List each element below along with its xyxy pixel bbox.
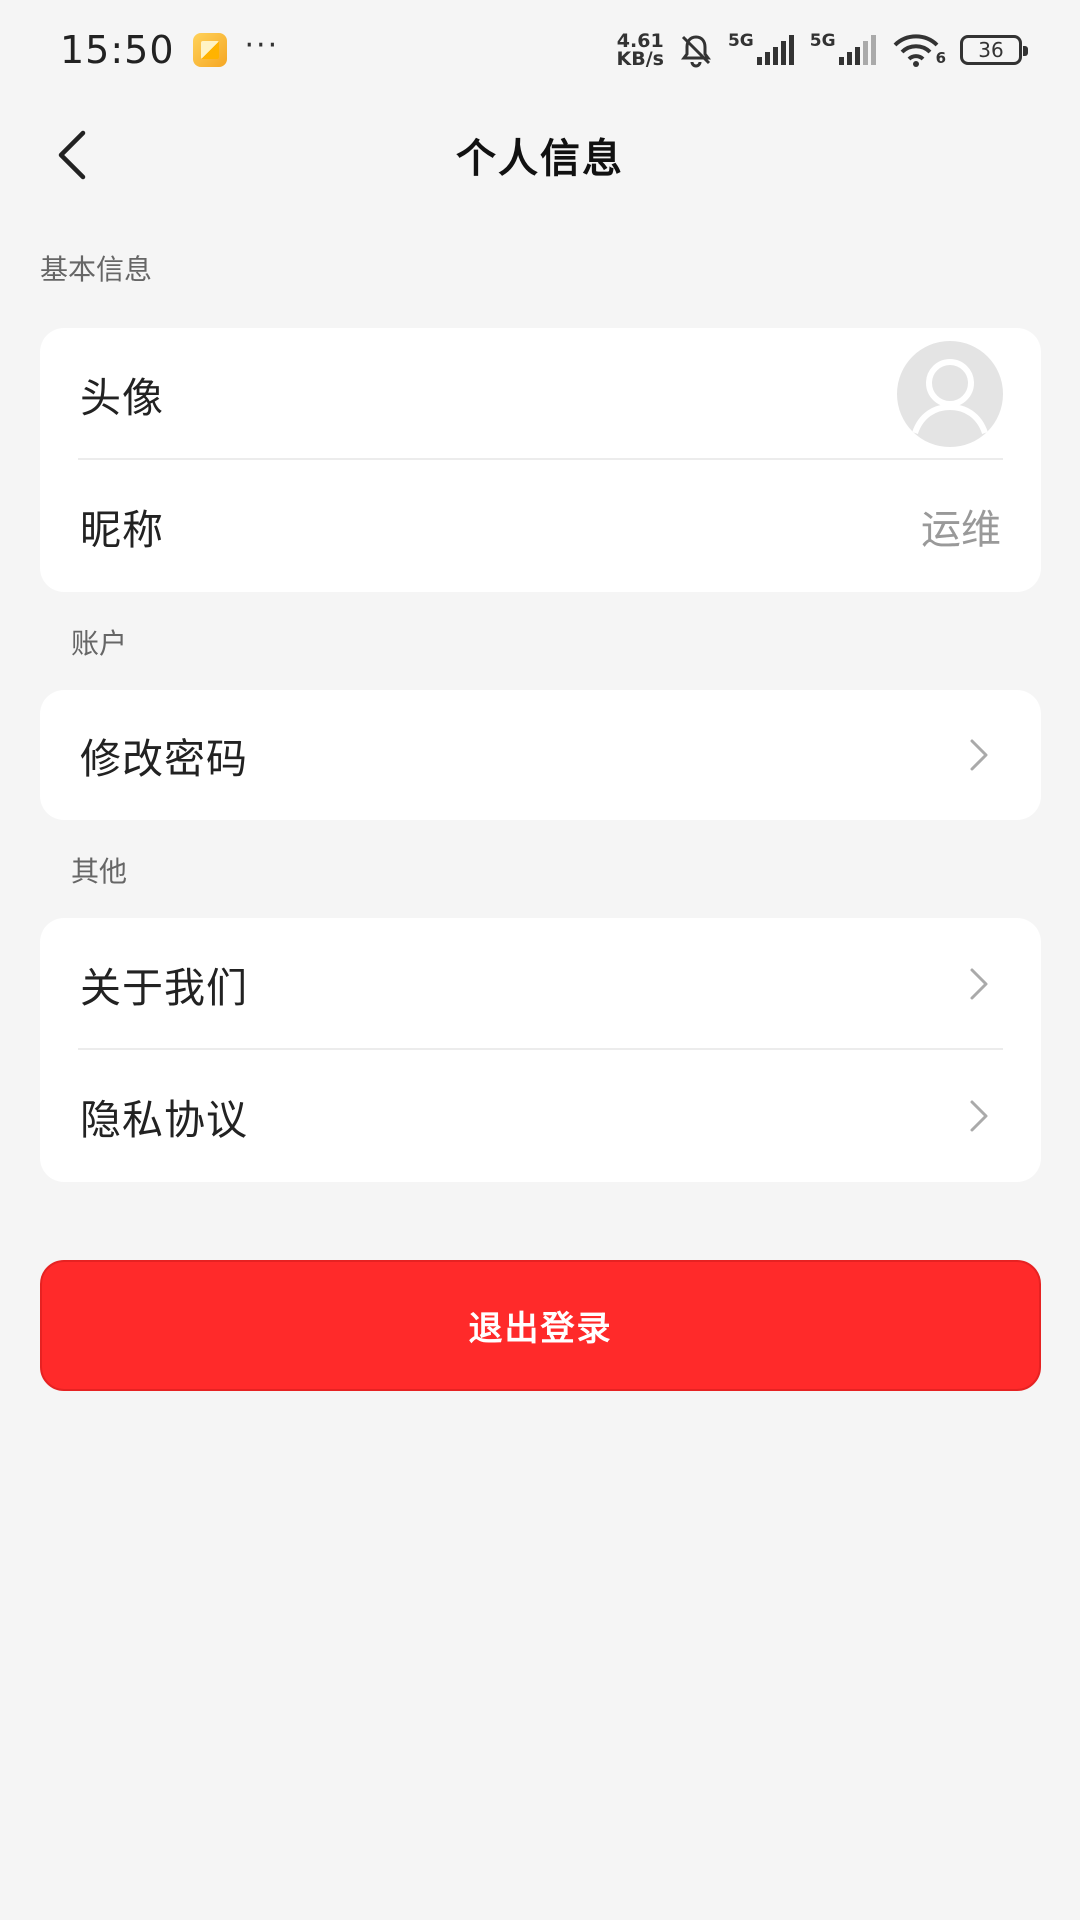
signal-2-label: 5G bbox=[809, 31, 836, 51]
card-other: 关于我们 隐私协议 bbox=[40, 918, 1041, 1182]
status-bar-left: 15:50 ··· bbox=[60, 27, 280, 73]
row-change-password[interactable]: 修改密码 bbox=[40, 690, 1041, 820]
app-notification-icon bbox=[192, 33, 227, 67]
nav-bar: 个人信息 bbox=[0, 100, 1080, 210]
section-label-account: 账户 bbox=[71, 627, 128, 660]
row-privacy-policy[interactable]: 隐私协议 bbox=[40, 1050, 1041, 1182]
status-bar: 15:50 ··· 4.61 KB/s 5G 5G 6 36 bbox=[0, 0, 1080, 100]
row-avatar-label: 头像 bbox=[80, 374, 164, 422]
wifi-icon: 6 bbox=[892, 33, 946, 67]
page-title: 个人信息 bbox=[456, 136, 624, 182]
chevron-right-icon bbox=[965, 964, 993, 1004]
status-time: 15:50 bbox=[60, 28, 175, 72]
more-notifications-icon: ··· bbox=[244, 27, 280, 63]
logout-button-label: 退出登录 bbox=[468, 1309, 613, 1349]
chevron-left-icon bbox=[58, 130, 86, 180]
section-label-basic: 基本信息 bbox=[40, 253, 153, 286]
logout-button[interactable]: 退出登录 bbox=[40, 1260, 1041, 1391]
battery-level: 36 bbox=[978, 38, 1004, 62]
chevron-right-icon bbox=[965, 735, 993, 775]
card-basic-info: 头像 昵称 运维 bbox=[40, 328, 1041, 592]
row-avatar[interactable]: 头像 bbox=[40, 328, 1041, 460]
nickname-value: 运维 bbox=[921, 507, 1001, 553]
chevron-right-icon bbox=[965, 1096, 993, 1136]
card-account: 修改密码 bbox=[40, 690, 1041, 820]
avatar-placeholder-icon bbox=[912, 359, 988, 435]
signal-2: 5G bbox=[809, 31, 878, 67]
row-change-password-label: 修改密码 bbox=[80, 735, 248, 783]
network-speed-unit: KB/s bbox=[616, 48, 664, 70]
signal-1: 5G bbox=[727, 31, 796, 67]
row-about-us[interactable]: 关于我们 bbox=[40, 918, 1041, 1050]
signal-icon bbox=[756, 35, 794, 65]
row-about-us-label: 关于我们 bbox=[80, 964, 248, 1012]
row-nickname[interactable]: 昵称 运维 bbox=[40, 460, 1041, 592]
section-label-other: 其他 bbox=[71, 855, 128, 888]
status-bar-right: 4.61 KB/s 5G 5G 6 36 bbox=[616, 31, 1028, 70]
wifi-badge: 6 bbox=[935, 49, 946, 67]
back-button[interactable] bbox=[40, 122, 106, 188]
signal-1-label: 5G bbox=[727, 31, 754, 51]
network-speed: 4.61 KB/s bbox=[616, 32, 664, 70]
avatar[interactable] bbox=[897, 341, 1003, 447]
row-privacy-policy-label: 隐私协议 bbox=[80, 1096, 248, 1144]
row-nickname-label: 昵称 bbox=[80, 506, 164, 554]
battery-icon: 36 bbox=[960, 35, 1028, 65]
bell-muted-icon bbox=[678, 32, 714, 68]
signal-icon bbox=[838, 35, 876, 65]
